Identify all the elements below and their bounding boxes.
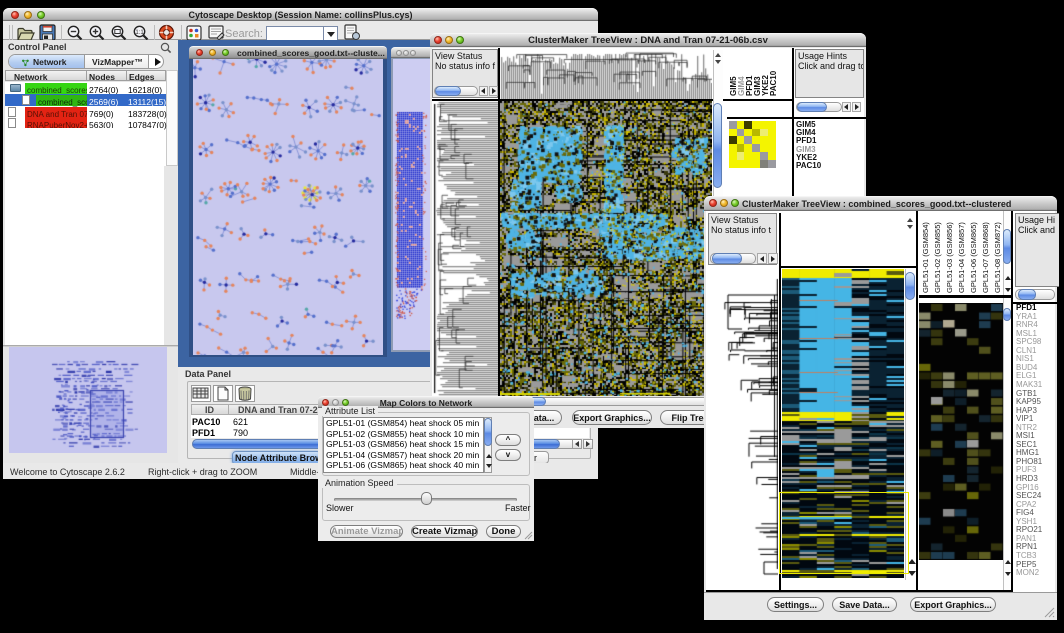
svg-text:1:1: 1:1 [135,30,144,36]
